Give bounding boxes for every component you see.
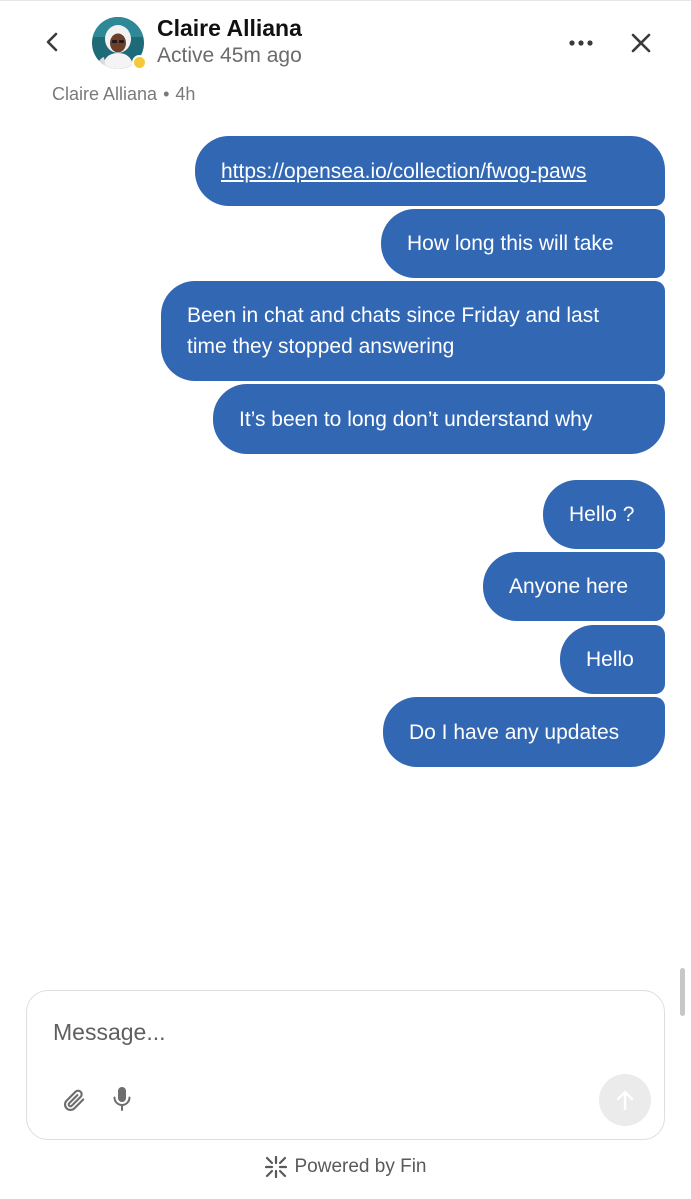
message-link[interactable]: https://opensea.io/collection/fwog-paws (221, 156, 586, 187)
fin-logo-icon (264, 1155, 288, 1179)
message-text: Been in chat and chats since Friday and … (187, 304, 600, 358)
powered-by-text: Powered by Fin (294, 1156, 427, 1177)
message-text: How long this will take (407, 232, 614, 255)
message-bubble: Do I have any updates (383, 697, 665, 767)
back-button[interactable] (34, 24, 70, 60)
message-bubble: It’s been to long don’t understand why (213, 384, 665, 454)
message-text: Anyone here (509, 575, 629, 598)
thread-time: 4h (175, 84, 196, 104)
chevron-left-icon (46, 32, 58, 52)
top-divider (0, 0, 691, 1)
paperclip-icon (63, 1089, 85, 1111)
message-bubble: How long this will take (381, 209, 665, 278)
contact-name: Claire Alliana (157, 15, 302, 41)
close-button[interactable] (622, 24, 660, 62)
message-text: It’s been to long don’t understand why (239, 407, 593, 431)
more-horizontal-icon (569, 40, 593, 46)
presence-indicator (132, 55, 147, 70)
microphone-icon (113, 1087, 131, 1111)
thread-sender: Claire Alliana (52, 84, 158, 104)
message-text: Do I have any updates (409, 720, 620, 744)
microphone-button[interactable] (107, 1083, 137, 1115)
send-button[interactable] (599, 1074, 651, 1126)
meta-separator: • (163, 84, 170, 104)
close-icon (631, 33, 651, 53)
contact-status: Active 45m ago (157, 44, 302, 67)
more-options-button[interactable] (562, 24, 600, 62)
message-text: Hello ? (569, 503, 635, 526)
scrollbar[interactable] (680, 968, 685, 1016)
message-bubble: Anyone here (483, 552, 665, 621)
message-text: Hello (586, 648, 634, 671)
thread-meta: Claire Alliana • 4h (52, 82, 195, 106)
attach-button[interactable] (59, 1085, 89, 1115)
message-composer (26, 990, 665, 1140)
message-input[interactable] (53, 1013, 613, 1051)
message-bubble: Hello ? (543, 480, 665, 549)
message-bubble: Been in chat and chats since Friday and … (161, 281, 665, 381)
powered-by[interactable]: Powered by Fin (0, 1153, 691, 1181)
message-bubble: Hello (560, 625, 665, 694)
chat-screen: Claire Alliana Active 45m ago Claire All… (0, 0, 691, 1199)
message-bubble: https://opensea.io/collection/fwog-paws (195, 136, 665, 206)
arrow-up-icon (616, 1090, 634, 1111)
